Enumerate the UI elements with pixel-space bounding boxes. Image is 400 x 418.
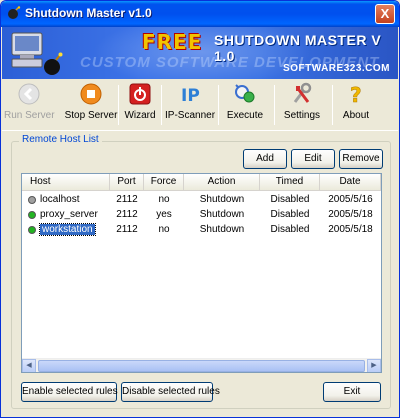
date-cell: 2005/5/16 bbox=[328, 194, 373, 205]
host-cell: proxy_server bbox=[40, 208, 108, 222]
column-date[interactable]: Date bbox=[320, 174, 381, 191]
timed-cell: Disabled bbox=[270, 194, 310, 205]
force-cell: no bbox=[158, 224, 170, 235]
bomb-app-icon bbox=[8, 6, 21, 19]
column-action[interactable]: Action bbox=[184, 174, 260, 191]
svg-text:?: ? bbox=[350, 83, 362, 106]
action-cell: Shutdown bbox=[199, 209, 245, 220]
timed-cell: Disabled bbox=[270, 224, 310, 235]
port-cell: 2112 bbox=[116, 194, 138, 205]
force-cell: no bbox=[158, 194, 170, 205]
horizontal-scrollbar[interactable]: ◀ ▶ bbox=[22, 358, 381, 372]
run-server-icon bbox=[18, 83, 40, 105]
about-button[interactable]: ? About bbox=[336, 82, 376, 128]
enable-rules-button[interactable]: Enable selected rules bbox=[21, 382, 118, 402]
host-cell: localhost bbox=[40, 193, 108, 207]
status-dot-icon bbox=[28, 196, 36, 204]
scroll-thumb[interactable] bbox=[38, 360, 365, 372]
close-icon: X bbox=[380, 6, 390, 21]
run-server-button[interactable]: Run Server bbox=[4, 82, 55, 128]
host-list-header: Host Port Force Action Timed Date bbox=[22, 174, 381, 191]
table-row[interactable]: proxy_server 2112 yes Shutdown Disabled 2005/… bbox=[22, 208, 381, 222]
close-button[interactable]: X bbox=[375, 4, 395, 24]
scroll-right-arrow-icon[interactable]: ▶ bbox=[367, 359, 381, 372]
status-dot-icon bbox=[28, 211, 36, 219]
ip-scanner-icon: IP bbox=[181, 86, 200, 106]
host-name[interactable]: workstation bbox=[39, 223, 96, 236]
window-title: Shutdown Master v1.0 bbox=[25, 6, 152, 20]
toolbar-separator bbox=[274, 85, 275, 125]
remove-button[interactable]: Remove bbox=[339, 149, 383, 169]
table-row[interactable]: localhost 2112 no Shutdown Disabled 2005/5/16 bbox=[22, 193, 381, 207]
banner: CUSTOM SOFTWARE DEVELOPMENT FREE SHUTDOW… bbox=[2, 27, 398, 79]
toolbar-separator bbox=[218, 85, 219, 125]
banner-product-name: SHUTDOWN MASTER V 1.0 bbox=[214, 32, 382, 64]
host-cell: workstation bbox=[39, 223, 108, 237]
toolbar-separator bbox=[332, 85, 333, 125]
table-row[interactable]: workstation 2112 no Shutdown Disabled 2005/5/… bbox=[22, 223, 381, 237]
exit-button[interactable]: Exit bbox=[323, 382, 381, 402]
host-name[interactable]: localhost bbox=[40, 194, 79, 205]
wizard-icon bbox=[129, 83, 151, 105]
timed-cell: Disabled bbox=[270, 209, 310, 220]
column-timed[interactable]: Timed bbox=[260, 174, 320, 191]
host-list[interactable]: Host Port Force Action Timed Date localh… bbox=[21, 173, 382, 373]
computer-bomb-logo bbox=[11, 32, 63, 75]
toolbar: Run Server Stop Server Wizard IP IP-Scan… bbox=[2, 79, 398, 131]
disable-rules-button[interactable]: Disable selected rules bbox=[121, 382, 220, 402]
about-icon: ? bbox=[350, 83, 362, 106]
svg-text:IP: IP bbox=[181, 86, 200, 106]
banner-site: SOFTWARE323.COM bbox=[283, 63, 390, 74]
status-dot-icon bbox=[28, 226, 36, 234]
column-port[interactable]: Port bbox=[110, 174, 144, 191]
column-force[interactable]: Force bbox=[144, 174, 184, 191]
toolbar-separator bbox=[161, 85, 162, 125]
port-cell: 2112 bbox=[116, 224, 138, 235]
settings-icon bbox=[293, 82, 312, 103]
date-cell: 2005/5/18 bbox=[328, 209, 373, 220]
action-cell: Shutdown bbox=[199, 194, 245, 205]
action-cell: Shutdown bbox=[199, 224, 245, 235]
execute-button[interactable]: Execute bbox=[222, 82, 268, 128]
banner-free-label: FREE bbox=[142, 30, 203, 54]
execute-icon bbox=[235, 84, 255, 103]
scroll-left-arrow-icon[interactable]: ◀ bbox=[22, 359, 36, 372]
stop-server-icon bbox=[80, 83, 102, 105]
column-host[interactable]: Host bbox=[22, 174, 110, 191]
toolbar-separator bbox=[118, 85, 119, 125]
stop-server-button[interactable]: Stop Server bbox=[62, 82, 120, 128]
date-cell: 2005/5/18 bbox=[328, 224, 373, 235]
host-name[interactable]: proxy_server bbox=[40, 209, 98, 220]
force-cell: yes bbox=[156, 209, 172, 220]
main-window: Shutdown Master v1.0 X CUSTOM SOFTWARE D… bbox=[0, 0, 400, 418]
title-bar[interactable]: Shutdown Master v1.0 X bbox=[1, 1, 399, 27]
settings-button[interactable]: Settings bbox=[278, 82, 326, 128]
remote-host-group-title: Remote Host List bbox=[19, 134, 102, 145]
add-button[interactable]: Add bbox=[243, 149, 287, 169]
ip-scanner-button[interactable]: IP IP-Scanner bbox=[165, 82, 215, 128]
edit-button[interactable]: Edit bbox=[291, 149, 335, 169]
wizard-button[interactable]: Wizard bbox=[120, 82, 160, 128]
port-cell: 2112 bbox=[116, 209, 138, 220]
